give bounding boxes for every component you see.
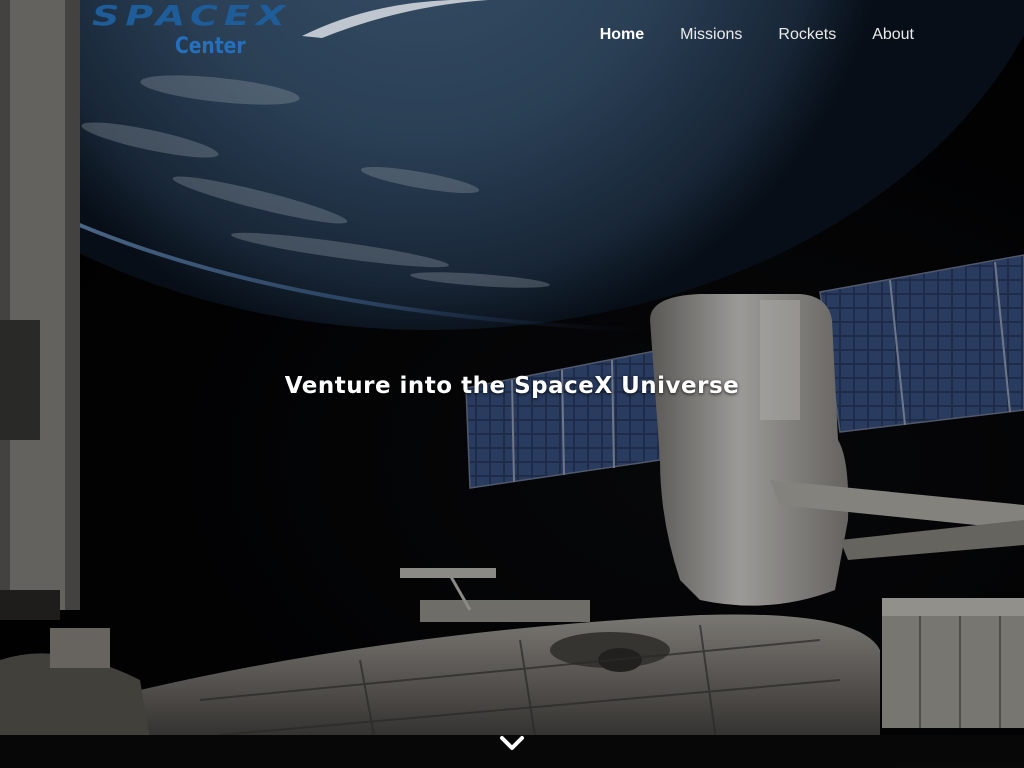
hero-title: Venture into the SpaceX Universe bbox=[284, 373, 740, 400]
nav-link-home[interactable]: Home bbox=[600, 24, 644, 46]
chevron-down-icon bbox=[500, 736, 524, 750]
scroll-down-button[interactable] bbox=[497, 730, 527, 756]
nav-link-about[interactable]: About bbox=[872, 24, 914, 46]
logo-subtitle: Center bbox=[175, 34, 246, 59]
logo-wordmark: SPACEX bbox=[92, 0, 292, 32]
hero-section: SPACEX Center Home Missions Rockets Abou… bbox=[0, 0, 1024, 768]
top-navbar: SPACEX Center Home Missions Rockets Abou… bbox=[0, 0, 1024, 72]
spacex-center-logo[interactable]: SPACEX Center bbox=[92, 0, 488, 70]
nav-link-missions[interactable]: Missions bbox=[680, 24, 742, 46]
nav-link-rockets[interactable]: Rockets bbox=[778, 24, 836, 46]
logo-swoosh-icon bbox=[302, 0, 488, 38]
nav-menu: Home Missions Rockets About bbox=[600, 24, 914, 46]
